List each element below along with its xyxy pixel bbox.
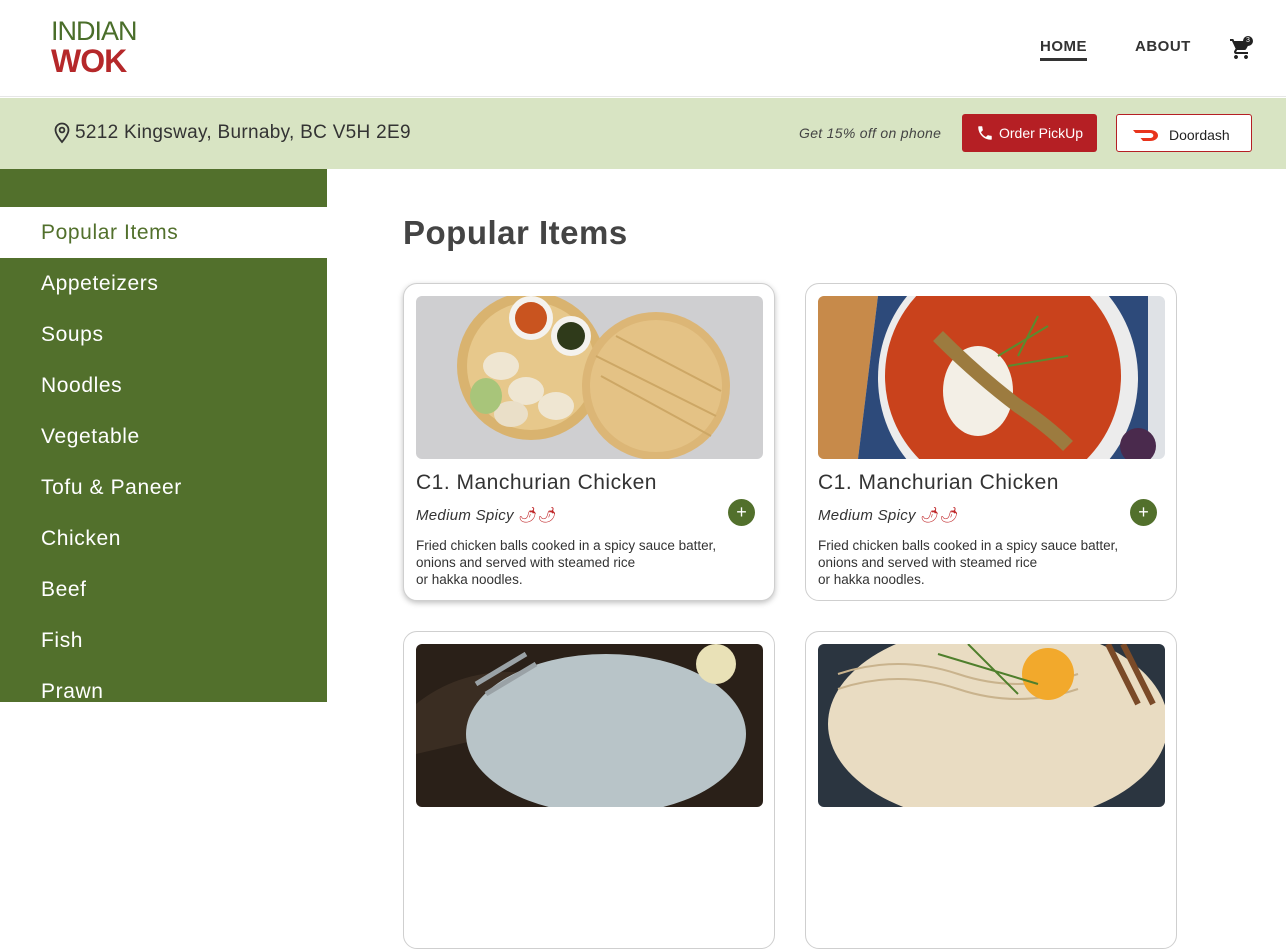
- section-title: Popular Items: [403, 214, 628, 251]
- sidebar-item-noodles[interactable]: Noodles: [0, 360, 327, 411]
- cart-count-badge: 3: [1243, 36, 1253, 46]
- item-title: C1. Manchurian Chicken: [818, 471, 1059, 494]
- description-line: or hakka noodles.: [818, 572, 925, 587]
- dumplings-image: [416, 296, 763, 459]
- menu-item-card[interactable]: [403, 631, 775, 949]
- doordash-logo-icon: [1133, 130, 1158, 141]
- location-pin-icon: [54, 122, 70, 144]
- dish-image: [416, 644, 763, 807]
- curry-image: [818, 296, 1165, 459]
- description-line: Fried chicken balls cooked in a spicy sa…: [416, 538, 717, 553]
- cart-icon[interactable]: 3: [1229, 36, 1255, 63]
- add-to-cart-button[interactable]: +: [1130, 499, 1157, 526]
- spice-level-text: Medium Spicy: [818, 507, 916, 524]
- sidebar-item-tofu-paneer[interactable]: Tofu & Paneer: [0, 462, 327, 513]
- spice-level: Medium Spicy 🌶🌶: [416, 506, 557, 524]
- order-pickup-label: Order PickUp: [999, 125, 1084, 141]
- spice-level-text: Medium Spicy: [416, 507, 514, 524]
- info-bar: 5212 Kingsway, Burnaby, BC V5H 2E9 Get 1…: [0, 98, 1286, 169]
- sidebar-item-vegetable[interactable]: Vegetable: [0, 411, 327, 462]
- sidebar-item-chicken[interactable]: Chicken: [0, 513, 327, 564]
- chili-icon: 🌶🌶: [920, 507, 959, 524]
- sidebar-item-popular-items[interactable]: Popular Items: [0, 207, 327, 258]
- doordash-label: Doordash: [1169, 127, 1230, 143]
- spice-level: Medium Spicy 🌶🌶: [818, 506, 959, 524]
- doordash-button[interactable]: Doordash: [1116, 114, 1252, 152]
- menu-item-card[interactable]: C1. Manchurian Chicken Medium Spicy 🌶🌶 +…: [805, 283, 1177, 601]
- nav-home[interactable]: HOME: [1040, 38, 1087, 61]
- item-description: Fried chicken balls cooked in a spicy sa…: [818, 537, 1158, 588]
- sidebar-item-appetizers[interactable]: Appeteizers: [0, 258, 327, 309]
- sidebar-item-prawn[interactable]: Prawn: [0, 666, 327, 717]
- sidebar-item-soups[interactable]: Soups: [0, 309, 327, 360]
- add-to-cart-button[interactable]: +: [728, 499, 755, 526]
- menu-item-card[interactable]: [805, 631, 1177, 949]
- phone-icon: [978, 126, 992, 140]
- chili-icon: 🌶🌶: [518, 507, 557, 524]
- description-line: or hakka noodles.: [416, 572, 523, 587]
- site-header: INDIAN WOK HOME ABOUT 3: [0, 0, 1286, 97]
- item-title: C1. Manchurian Chicken: [416, 471, 657, 494]
- sidebar-item-beef[interactable]: Beef: [0, 564, 327, 615]
- menu-item-card[interactable]: C1. Manchurian Chicken Medium Spicy 🌶🌶 +…: [403, 283, 775, 601]
- order-pickup-button[interactable]: Order PickUp: [962, 114, 1097, 152]
- category-sidebar: Popular Items Appeteizers Soups Noodles …: [0, 169, 327, 703]
- description-line: onions and served with steamed rice: [818, 555, 1038, 570]
- indian-wok-logo[interactable]: INDIAN WOK: [51, 12, 138, 80]
- phone-promo-text: Get 15% off on phone: [799, 125, 942, 141]
- description-line: onions and served with steamed rice: [416, 555, 636, 570]
- logo-text-wok: WOK: [51, 43, 127, 79]
- description-line: Fried chicken balls cooked in a spicy sa…: [818, 538, 1119, 553]
- item-description: Fried chicken balls cooked in a spicy sa…: [416, 537, 756, 588]
- noodles-image: [818, 644, 1165, 807]
- sidebar-item-fish[interactable]: Fish: [0, 615, 327, 666]
- restaurant-address: 5212 Kingsway, Burnaby, BC V5H 2E9: [75, 122, 411, 143]
- nav-about[interactable]: ABOUT: [1135, 38, 1191, 55]
